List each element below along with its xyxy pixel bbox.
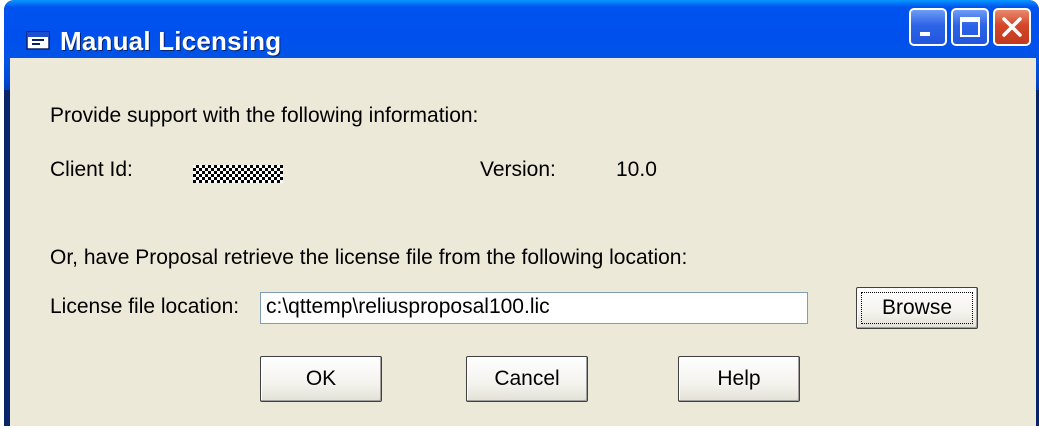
- client-id-label: Client Id:: [50, 158, 133, 181]
- client-id-value-redacted: [193, 165, 283, 183]
- retrieve-instruction-text: Or, have Proposal retrieve the license f…: [50, 246, 688, 269]
- browse-button[interactable]: Browse: [856, 287, 978, 329]
- dialog-body: Provide support with the following infor…: [10, 58, 1036, 426]
- version-label: Version:: [480, 158, 556, 181]
- window-title: Manual Licensing: [60, 26, 282, 56]
- minimize-button[interactable]: [909, 8, 947, 46]
- cancel-button-label: Cancel: [494, 367, 560, 390]
- minimize-icon: [920, 32, 930, 36]
- close-button[interactable]: [993, 8, 1031, 46]
- help-button[interactable]: Help: [678, 356, 800, 402]
- manual-licensing-window: Manual Licensing Provide support with th…: [4, 0, 1039, 426]
- maximize-button[interactable]: [951, 8, 989, 46]
- browse-button-label: Browse: [881, 296, 953, 319]
- instruction-text: Provide support with the following infor…: [50, 104, 479, 127]
- license-location-input[interactable]: c:\qttemp\reliusproposal100.lic: [260, 292, 808, 324]
- app-window-icon: [26, 31, 50, 50]
- version-value: 10.0: [616, 158, 657, 181]
- maximize-icon: [960, 17, 980, 37]
- license-location-label: License file location:: [50, 295, 240, 318]
- ok-button-label: OK: [305, 367, 337, 390]
- cancel-button[interactable]: Cancel: [466, 356, 588, 402]
- help-button-label: Help: [717, 367, 761, 390]
- close-icon: [1002, 17, 1022, 37]
- ok-button[interactable]: OK: [260, 356, 382, 402]
